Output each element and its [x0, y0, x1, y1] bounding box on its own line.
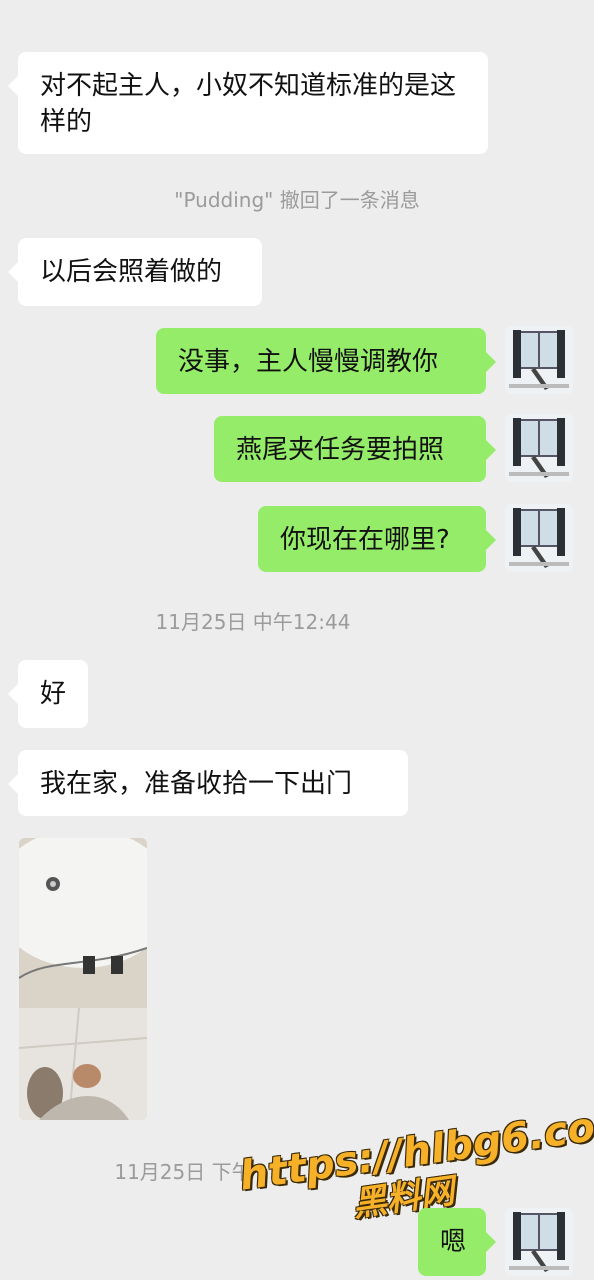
- message-bubble-outgoing[interactable]: 没事，主人慢慢调教你: [156, 328, 496, 394]
- message-bubble-outgoing[interactable]: 你现在在哪里?: [258, 506, 496, 572]
- message-text: 你现在在哪里?: [280, 525, 450, 555]
- message-text: 燕尾夹任务要拍照: [236, 435, 445, 465]
- message-text: 以后会照着做的: [40, 257, 223, 287]
- message-bubble-incoming[interactable]: 对不起主人，小奴不知道标准的是这样的: [8, 52, 488, 154]
- message-text: 好: [40, 679, 67, 709]
- avatar[interactable]: [505, 1208, 573, 1276]
- avatar-window-scene-icon: [505, 1208, 573, 1276]
- message-text: 我在家，准备收拾一下出门: [40, 769, 353, 799]
- recall-notice: "Pudding" 撤回了一条消息: [174, 188, 420, 212]
- message-bubble-outgoing[interactable]: 嗯: [418, 1208, 496, 1276]
- avatar[interactable]: [505, 326, 573, 394]
- photo-thumbnail: [19, 838, 147, 1120]
- message-bubble-incoming[interactable]: 以后会照着做的: [8, 238, 262, 306]
- avatar[interactable]: [505, 414, 573, 482]
- message-text: 对不起主人，小奴不知道标准的是这样的: [40, 71, 457, 137]
- image-message[interactable]: [19, 838, 147, 1120]
- message-bubble-incoming[interactable]: 我在家，准备收拾一下出门: [8, 750, 408, 816]
- avatar[interactable]: [505, 504, 573, 572]
- message-bubble-incoming[interactable]: 好: [8, 660, 88, 728]
- message-text: 没事，主人慢慢调教你: [178, 347, 439, 377]
- message-text: 嗯: [440, 1227, 467, 1257]
- message-bubble-outgoing[interactable]: 燕尾夹任务要拍照: [214, 416, 496, 482]
- avatar-window-scene-icon: [505, 414, 573, 482]
- avatar-window-scene-icon: [505, 504, 573, 572]
- timestamp: 11月25日 中午12:44: [155, 610, 351, 634]
- avatar-window-scene-icon: [505, 326, 573, 394]
